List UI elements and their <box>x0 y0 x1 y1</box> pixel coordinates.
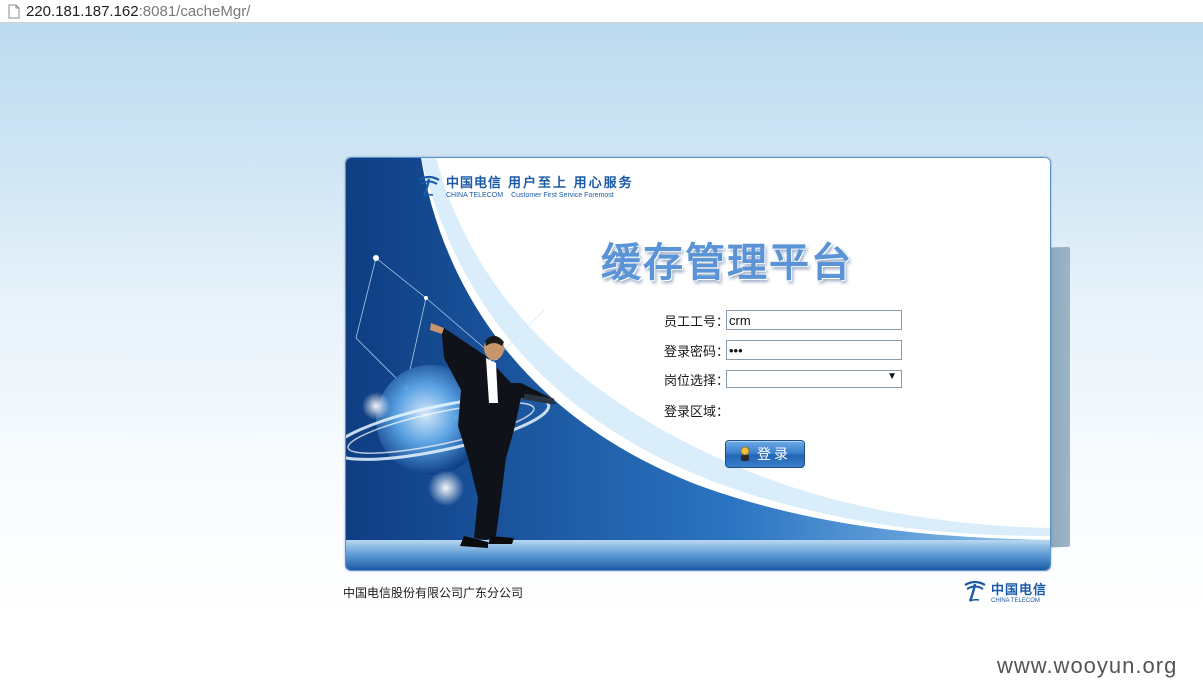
employee-id-label: 员工工号： <box>664 313 730 329</box>
url-path: :8081/cacheMgr/ <box>138 2 251 20</box>
footer-logo-en: CHINA TELECOM <box>991 597 1040 604</box>
password-label: 登录密码： <box>664 343 730 359</box>
system-title: 缓存管理平台 <box>601 239 853 286</box>
address-bar[interactable]: 220.181.187.162:8081/cacheMgr/ <box>0 0 1203 23</box>
china-telecom-logo-icon <box>418 175 440 197</box>
brand-company-cn: 中国电信 <box>446 175 503 190</box>
password-input[interactable] <box>726 340 902 360</box>
login-panel: 中国电信 用户至上 用心服务 CHINA TELECOM Customer Firs… <box>345 157 1051 571</box>
china-telecom-footer-logo-icon <box>964 580 986 602</box>
brand-slogan-cn: 用户至上 用心服务 <box>508 175 634 190</box>
employee-id-row: 员工工号： <box>664 309 902 331</box>
region-row: 登录区域： <box>664 399 730 421</box>
user-icon <box>740 446 750 461</box>
chevron-down-icon[interactable]: ▼ <box>887 371 897 382</box>
brand-header: 中国电信 用户至上 用心服务 CHINA TELECOM Customer Firs… <box>416 172 634 199</box>
position-label: 岗位选择： <box>664 372 730 388</box>
footer-logo-cn: 中国电信 <box>991 581 1048 597</box>
position-select[interactable]: ▼ <box>726 370 902 388</box>
brand-company-en: CHINA TELECOM <box>446 192 504 199</box>
footer-company-name: 中国电信股份有限公司广东分公司 <box>343 586 524 600</box>
login-background-art <box>346 158 1050 570</box>
watermark-text: www.wooyun.org <box>997 653 1178 678</box>
password-row: 登录密码： <box>664 339 902 361</box>
login-button-label: 登录 <box>757 446 791 462</box>
footer-logo: 中国电信 CHINA TELECOM <box>962 578 1047 604</box>
url-text[interactable]: 220.181.187.162:8081/cacheMgr/ <box>26 3 250 20</box>
page-icon <box>8 4 20 18</box>
login-button[interactable]: 登录 <box>725 440 805 468</box>
url-host: 220.181.187.162 <box>26 2 139 20</box>
position-row: 岗位选择： ▼ <box>664 368 902 390</box>
brand-slogan-en: Customer First Service Foremost <box>511 192 614 199</box>
employee-id-input[interactable] <box>726 310 902 330</box>
region-label: 登录区域： <box>664 403 730 419</box>
